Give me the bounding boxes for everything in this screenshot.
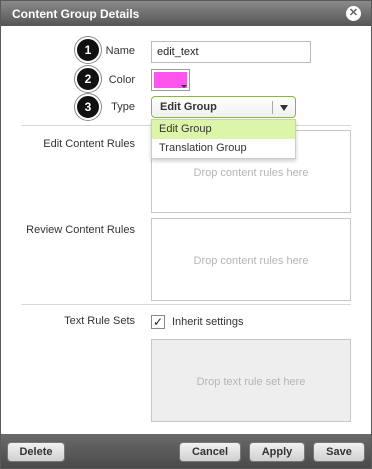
review-content-rules-label: Review Content Rules <box>26 224 135 236</box>
type-option-edit-group[interactable]: Edit Group <box>152 120 295 139</box>
dropzone-placeholder: Drop content rules here <box>193 255 309 267</box>
close-icon[interactable]: ✕ <box>346 6 361 21</box>
type-label: Type <box>111 101 135 113</box>
name-input[interactable] <box>151 41 311 63</box>
type-option-translation-group[interactable]: Translation Group <box>152 139 295 158</box>
review-content-rules-dropzone[interactable]: Drop content rules here <box>151 218 351 301</box>
cancel-button[interactable]: Cancel <box>179 442 241 462</box>
select-divider <box>272 101 273 114</box>
apply-button[interactable]: Apply <box>249 442 305 462</box>
dialog-footer: Delete Cancel Apply Save <box>1 434 371 468</box>
text-rule-set-dropzone[interactable]: Drop text rule set here <box>151 339 351 422</box>
type-select[interactable]: Edit Group <box>151 96 296 118</box>
edit-content-rules-label: Edit Content Rules <box>43 138 135 150</box>
inherit-settings-label[interactable]: Inherit settings <box>172 316 244 328</box>
delete-button[interactable]: Delete <box>7 442 65 462</box>
dialog-content: 1 Name 2 Color 3 Type Edit Group Edit Gr… <box>1 26 371 434</box>
color-picker-swatch[interactable] <box>151 69 190 91</box>
name-label: Name <box>105 45 135 57</box>
content-group-dialog: Content Group Details ✕ 1 Name 2 Color 3… <box>0 0 372 469</box>
chevron-down-icon <box>181 85 187 88</box>
color-label: Color <box>108 74 135 86</box>
type-select-value: Edit Group <box>160 101 217 113</box>
divider <box>21 304 351 305</box>
chevron-down-icon[interactable] <box>280 105 288 111</box>
dialog-titlebar[interactable]: Content Group Details ✕ <box>1 1 371 26</box>
dialog-title: Content Group Details <box>12 7 140 21</box>
inherit-settings-checkbox[interactable]: ✓ <box>151 315 165 329</box>
checkmark-icon: ✓ <box>152 315 164 329</box>
dropzone-placeholder: Drop content rules here <box>193 167 309 179</box>
save-button[interactable]: Save <box>313 442 365 462</box>
type-dropdown-menu: Edit Group Translation Group <box>151 119 296 159</box>
dropzone-placeholder: Drop text rule set here <box>196 376 306 388</box>
text-rule-sets-label: Text Rule Sets <box>64 315 135 327</box>
